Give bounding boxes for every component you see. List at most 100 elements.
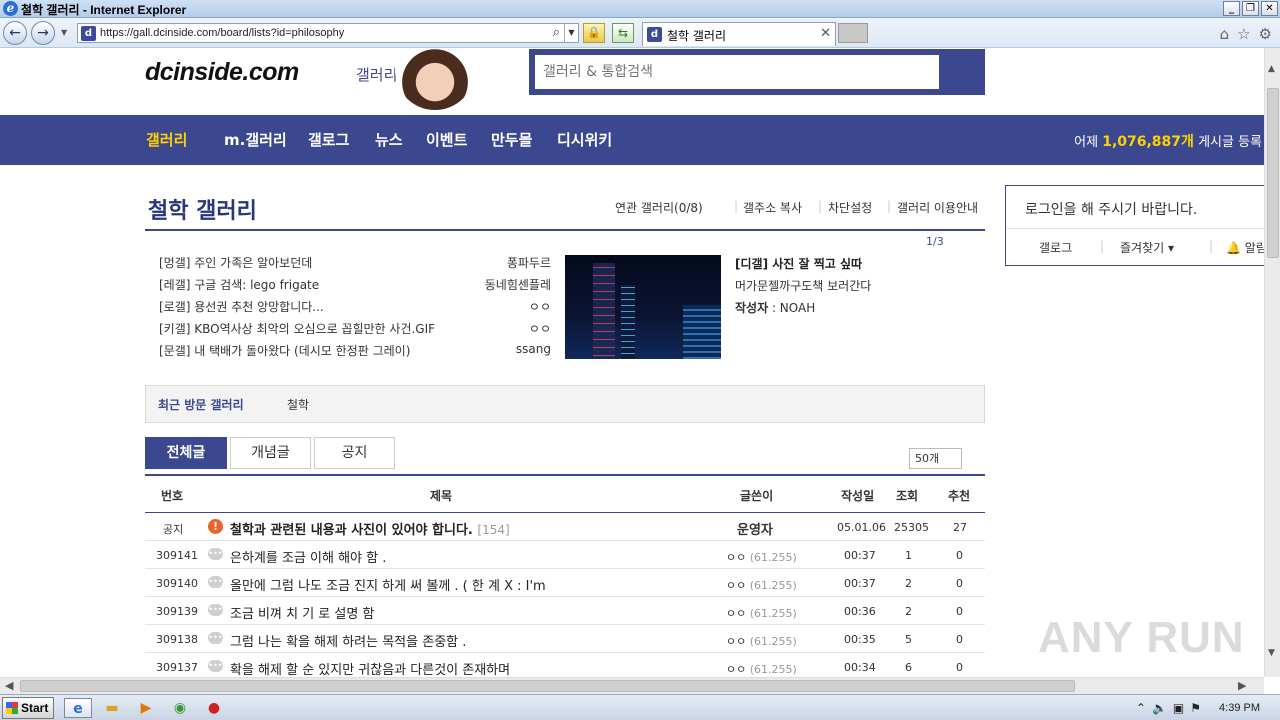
post-writer[interactable]: ㅇㅇ (61.255) bbox=[726, 549, 797, 565]
security-app-icon[interactable]: ● bbox=[200, 698, 228, 718]
hot-post-item[interactable]: [로갤] 용선권 추천 앙망합니다... ㅇㅇ bbox=[159, 295, 551, 317]
related-gallery-link[interactable]: 연관 갤러리(0/8) bbox=[615, 199, 703, 216]
post-date: 00:35 bbox=[844, 633, 876, 646]
gnb-dcwiki[interactable]: 디시위키 bbox=[557, 129, 612, 150]
horizontal-scrollbar[interactable]: ◀ ▶ bbox=[0, 677, 1264, 694]
gnb-gallery[interactable]: 갤러리 bbox=[146, 129, 187, 150]
hot-post-title[interactable]: [멍갤] 주인 가족은 알아보던데 bbox=[159, 254, 312, 271]
post-subject[interactable]: 조금 비껴 치 기 로 설명 함 bbox=[230, 603, 374, 622]
horizontal-scroll-thumb[interactable] bbox=[20, 680, 1075, 692]
gnb-news[interactable]: 뉴스 bbox=[375, 129, 403, 150]
refresh-icon[interactable]: ⇆ bbox=[612, 23, 634, 43]
scroll-right-icon[interactable]: ▶ bbox=[1238, 679, 1246, 692]
featured-post-image[interactable] bbox=[565, 255, 721, 359]
tab-notices[interactable]: 공지 bbox=[314, 437, 395, 469]
gnb-gallog[interactable]: 갤로그 bbox=[308, 129, 349, 150]
hot-pager[interactable]: 1/3 bbox=[926, 235, 944, 248]
logo-gallery-label[interactable]: 갤러리 bbox=[356, 64, 397, 85]
restore-button[interactable]: ❐ bbox=[1242, 1, 1259, 16]
hot-post-item[interactable]: [레갤] 구글 검색: lego frigate 동네힘센플레 bbox=[159, 273, 551, 295]
forward-button[interactable]: → bbox=[31, 21, 55, 45]
post-writer[interactable]: ㅇㅇ (61.255) bbox=[726, 605, 797, 621]
network-icon[interactable]: ▣ bbox=[1173, 701, 1184, 715]
volume-icon[interactable]: 🔈 bbox=[1152, 701, 1167, 715]
search-icon[interactable]: ⌕ bbox=[553, 25, 560, 40]
action-center-flag-icon[interactable]: ⚑ bbox=[1190, 701, 1201, 715]
block-settings-link[interactable]: 차단설정 bbox=[828, 199, 872, 216]
start-button[interactable]: Start bbox=[2, 697, 54, 719]
scroll-down-icon[interactable]: ▼ bbox=[1268, 648, 1275, 658]
gallog-link[interactable]: 갤로그 bbox=[1039, 239, 1072, 256]
start-label: Start bbox=[21, 701, 49, 715]
hot-post-item[interactable]: [키갤] KBO역사상 최악의 오심으로 꼽힐만한 사건.GIF ㅇㅇ bbox=[159, 317, 551, 339]
search-input[interactable] bbox=[535, 55, 939, 89]
recent-gallery-item[interactable]: 철학 bbox=[287, 396, 309, 413]
writer-nick[interactable]: ㅇㅇ bbox=[726, 663, 746, 676]
table-row-notice[interactable]: 공지 ! 철학과 관련된 내용과 사진이 있어야 합니다. [154] 운영자 … bbox=[145, 513, 985, 541]
post-subject[interactable]: 철학과 관련된 내용과 사진이 있어야 합니다. [154] bbox=[230, 519, 510, 538]
hot-post-title[interactable]: [레갤] 구글 검색: lego frigate bbox=[159, 276, 319, 293]
new-tab-button[interactable] bbox=[838, 23, 868, 43]
hot-post-title[interactable]: [문갤] 내 택배가 돌아왔다 (데시모 한정판 그레이) bbox=[159, 342, 410, 359]
chrome-icon[interactable]: ◉ bbox=[166, 698, 194, 718]
reply-count[interactable]: [154] bbox=[477, 523, 509, 537]
list-size-select[interactable]: 50개 bbox=[909, 448, 962, 469]
media-player-icon[interactable]: ▶ bbox=[132, 698, 160, 718]
vertical-scroll-thumb[interactable] bbox=[1267, 88, 1279, 258]
scroll-up-icon[interactable]: ▲ bbox=[1268, 64, 1275, 74]
vertical-scrollbar[interactable]: ▲ ▼ bbox=[1264, 48, 1280, 677]
gnb-event[interactable]: 이벤트 bbox=[426, 129, 467, 150]
login-message[interactable]: 로그인을 해 주시기 바랍니다. bbox=[1025, 199, 1197, 219]
post-writer[interactable]: 운영자 bbox=[737, 519, 773, 538]
tab-close-icon[interactable]: ✕ bbox=[820, 26, 831, 41]
writer-nick[interactable]: ㅇㅇ bbox=[726, 607, 746, 620]
gallery-guide-link[interactable]: 갤러리 이용안내 bbox=[897, 199, 978, 216]
hot-post-item[interactable]: [멍갤] 주인 가족은 알아보던데 퐁파두르 bbox=[159, 251, 551, 273]
favorites-star-icon[interactable]: ☆ bbox=[1237, 25, 1250, 43]
browser-tab[interactable]: d 철학 갤러리 ✕ bbox=[642, 22, 836, 46]
back-button[interactable]: ← bbox=[3, 21, 27, 45]
address-dropdown-icon[interactable]: ▼ bbox=[564, 24, 578, 42]
home-icon[interactable]: ⌂ bbox=[1220, 25, 1230, 43]
gallery-title[interactable]: 철학 갤러리 bbox=[148, 193, 257, 225]
gnb-m-gallery[interactable]: m.갤러리 bbox=[224, 129, 287, 150]
address-bar[interactable]: d https://gall.dcinside.com/board/lists?… bbox=[77, 23, 579, 43]
table-row[interactable]: 309141 ••• 은하계를 조금 이해 해야 함 . ㅇㅇ (61.255)… bbox=[145, 541, 985, 569]
show-hidden-icons-icon[interactable]: ⌃ bbox=[1136, 701, 1146, 715]
tab-all-posts[interactable]: 전체글 bbox=[145, 437, 227, 469]
post-subject[interactable]: 올만에 그럼 나도 조금 진지 하게 써 볼께 . ( 한 계 X : I'm bbox=[230, 575, 546, 594]
notice-subject-text[interactable]: 철학과 관련된 내용과 사진이 있어야 합니다. bbox=[230, 523, 473, 538]
table-row[interactable]: 309138 ••• 그럼 나는 확을 해제 하려는 목적을 존중함 . ㅇㅇ … bbox=[145, 625, 985, 653]
ie-taskbar-icon[interactable]: e bbox=[64, 698, 92, 718]
writer-nick[interactable]: ㅇㅇ bbox=[726, 551, 746, 564]
hot-post-item[interactable]: [문갤] 내 택배가 돌아왔다 (데시모 한정판 그레이) ssang bbox=[159, 339, 551, 361]
table-row[interactable]: 309139 ••• 조금 비껴 치 기 로 설명 함 ㅇㅇ (61.255) … bbox=[145, 597, 985, 625]
table-row[interactable]: 309140 ••• 올만에 그럼 나도 조금 진지 하게 써 볼께 . ( 한… bbox=[145, 569, 985, 597]
notification-link[interactable]: 🔔 알림 bbox=[1226, 239, 1264, 256]
gnb-mandumall[interactable]: 만두몰 bbox=[491, 129, 532, 150]
featured-post-title[interactable]: [디갤] 사진 잘 찍고 싶따 bbox=[735, 255, 862, 272]
scroll-left-icon[interactable]: ◀ bbox=[5, 679, 13, 692]
history-dropdown-icon[interactable]: ▼ bbox=[61, 28, 67, 37]
hot-post-title[interactable]: [로갤] 용선권 추천 앙망합니다... bbox=[159, 298, 324, 315]
writer-nick[interactable]: ㅇㅇ bbox=[726, 579, 746, 592]
site-logo[interactable]: dcinside.com bbox=[145, 58, 299, 87]
settings-gear-icon[interactable]: ⚙ bbox=[1259, 25, 1272, 43]
lock-icon[interactable]: 🔒 bbox=[583, 23, 605, 43]
clock[interactable]: 4:39 PM bbox=[1219, 702, 1260, 714]
favorites-link[interactable]: 즐겨찾기 ▾ bbox=[1120, 239, 1174, 256]
table-row[interactable]: 309137 ••• 확을 해제 할 순 있지만 귀찮음과 다른것이 존재하며 … bbox=[145, 653, 985, 677]
copy-address-link[interactable]: 갤주소 복사 bbox=[743, 199, 802, 216]
tab-concept-posts[interactable]: 개념글 bbox=[230, 437, 311, 469]
explorer-folder-icon[interactable]: ▬ bbox=[98, 698, 126, 718]
post-writer[interactable]: ㅇㅇ (61.255) bbox=[726, 661, 797, 677]
post-writer[interactable]: ㅇㅇ (61.255) bbox=[726, 633, 797, 649]
close-button[interactable]: ✕ bbox=[1261, 1, 1278, 16]
post-subject[interactable]: 확을 해제 할 순 있지만 귀찮음과 다른것이 존재하며 bbox=[230, 659, 510, 677]
hot-post-title[interactable]: [키갤] KBO역사상 최악의 오심으로 꼽힐만한 사건.GIF bbox=[159, 320, 435, 337]
minimize-button[interactable]: _ bbox=[1223, 1, 1240, 16]
post-subject[interactable]: 그럼 나는 확을 해제 하려는 목적을 존중함 . bbox=[230, 631, 466, 650]
post-subject[interactable]: 은하계를 조금 이해 해야 함 . bbox=[230, 547, 386, 566]
writer-nick[interactable]: ㅇㅇ bbox=[726, 635, 746, 648]
post-writer[interactable]: ㅇㅇ (61.255) bbox=[726, 577, 797, 593]
